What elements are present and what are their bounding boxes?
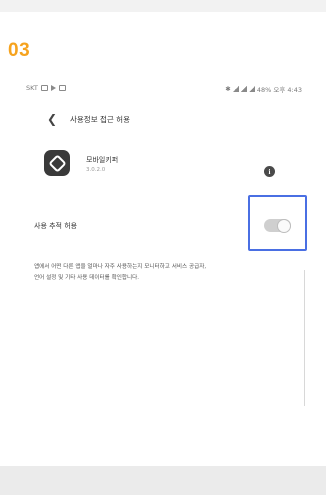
instruction-card: 03 SKT ✱ 48% 오후 4:43 ❮ 사용정보 접근 허용 모바일키퍼 … — [0, 0, 326, 495]
app-icon-glyph — [47, 153, 67, 173]
bottom-gray-strip — [0, 466, 326, 495]
play-notification-icon — [50, 85, 56, 91]
app-info-row: 모바일키퍼 3.0.2.0 i — [26, 146, 304, 186]
image-notification-icon — [40, 85, 48, 91]
page-title: 사용정보 접근 허용 — [70, 114, 130, 124]
app-version: 3.0.2.0 — [86, 167, 106, 173]
setting-description: 앱에서 어떤 다른 앱을 얼마나 자주 사용하는지 모니터하고 서비스 공급자,… — [34, 262, 292, 284]
status-left: SKT — [26, 84, 66, 92]
scroll-divider — [304, 270, 305, 406]
status-right: ✱ 48% 오후 4:43 — [225, 84, 302, 94]
top-strip — [0, 0, 326, 12]
cell-signal-icon — [248, 86, 255, 92]
battery-time-label: 48% 오후 4:43 — [256, 86, 302, 94]
phone-screenshot: SKT ✱ 48% 오후 4:43 ❮ 사용정보 접근 허용 모바일키퍼 3.0 — [26, 74, 307, 474]
description-line-1: 앱에서 어떤 다른 앱을 얼마나 자주 사용하는지 모니터하고 서비스 공급자, — [34, 264, 207, 270]
settings-header: ❮ 사용정보 접근 허용 — [26, 106, 304, 132]
description-line-2: 언어 설정 및 기타 사용 데이터를 확인합니다. — [34, 275, 140, 281]
step-number: 03 — [8, 40, 31, 61]
status-bar: SKT ✱ 48% 오후 4:43 — [26, 74, 304, 102]
bluetooth-icon: ✱ — [225, 85, 231, 93]
app-name: 모바일키퍼 — [86, 156, 119, 164]
mobile-keeper-app-icon — [44, 150, 70, 176]
signal-icon — [232, 86, 239, 92]
info-icon[interactable]: i — [264, 166, 275, 177]
calendar-notification-icon — [58, 85, 66, 91]
back-arrow-icon[interactable]: ❮ — [40, 107, 64, 131]
toggle-knob[interactable] — [277, 218, 291, 233]
setting-label: 사용 추적 허용 — [34, 222, 78, 230]
carrier-label: SKT — [26, 84, 38, 92]
usage-tracking-toggle[interactable] — [264, 218, 291, 233]
wifi-icon — [240, 86, 247, 92]
